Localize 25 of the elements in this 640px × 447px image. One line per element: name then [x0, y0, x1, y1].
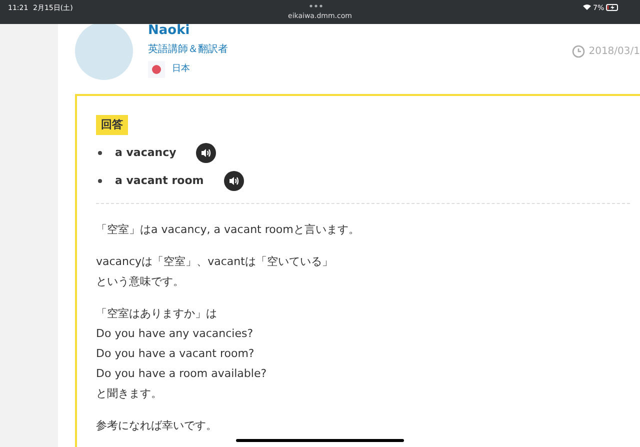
- more-dots-icon: [309, 4, 323, 8]
- phrase-text: a vacant room: [115, 172, 204, 189]
- answer-date: 2018/03/1: [588, 45, 640, 59]
- clock-icon: [572, 45, 585, 58]
- answer-line: Do you have a room available?: [96, 366, 267, 382]
- answer-line: と聞きます。: [96, 386, 162, 402]
- battery-icon: [606, 4, 619, 11]
- answer-line: 「空室はありますか」は: [96, 306, 217, 322]
- author-country: 日本: [172, 62, 190, 76]
- author-name[interactable]: Naoki: [148, 23, 228, 39]
- author-role: 英語講師＆翻訳者: [148, 43, 228, 57]
- flag-icon: [148, 61, 165, 78]
- bullet-icon: [98, 151, 102, 155]
- speaker-icon[interactable]: [224, 171, 244, 191]
- answer-line: vacancyは「空室」、vacantは「空いている」: [96, 254, 333, 270]
- speaker-icon[interactable]: [196, 143, 216, 163]
- answer-line: という意味です。: [96, 274, 184, 290]
- answer-line: 「空室」はa vacancy, a vacant roomと言います。: [96, 222, 360, 238]
- phrase-text: a vacancy: [115, 144, 176, 161]
- answer-line: Do you have any vacancies?: [96, 326, 254, 342]
- answer-line: Do you have a vacant room?: [96, 346, 254, 362]
- answer-line: 参考になれば幸いです。: [96, 418, 217, 434]
- bullet-icon: [98, 179, 102, 183]
- answer-badge: 回答: [96, 115, 128, 135]
- wifi-icon: [583, 4, 591, 10]
